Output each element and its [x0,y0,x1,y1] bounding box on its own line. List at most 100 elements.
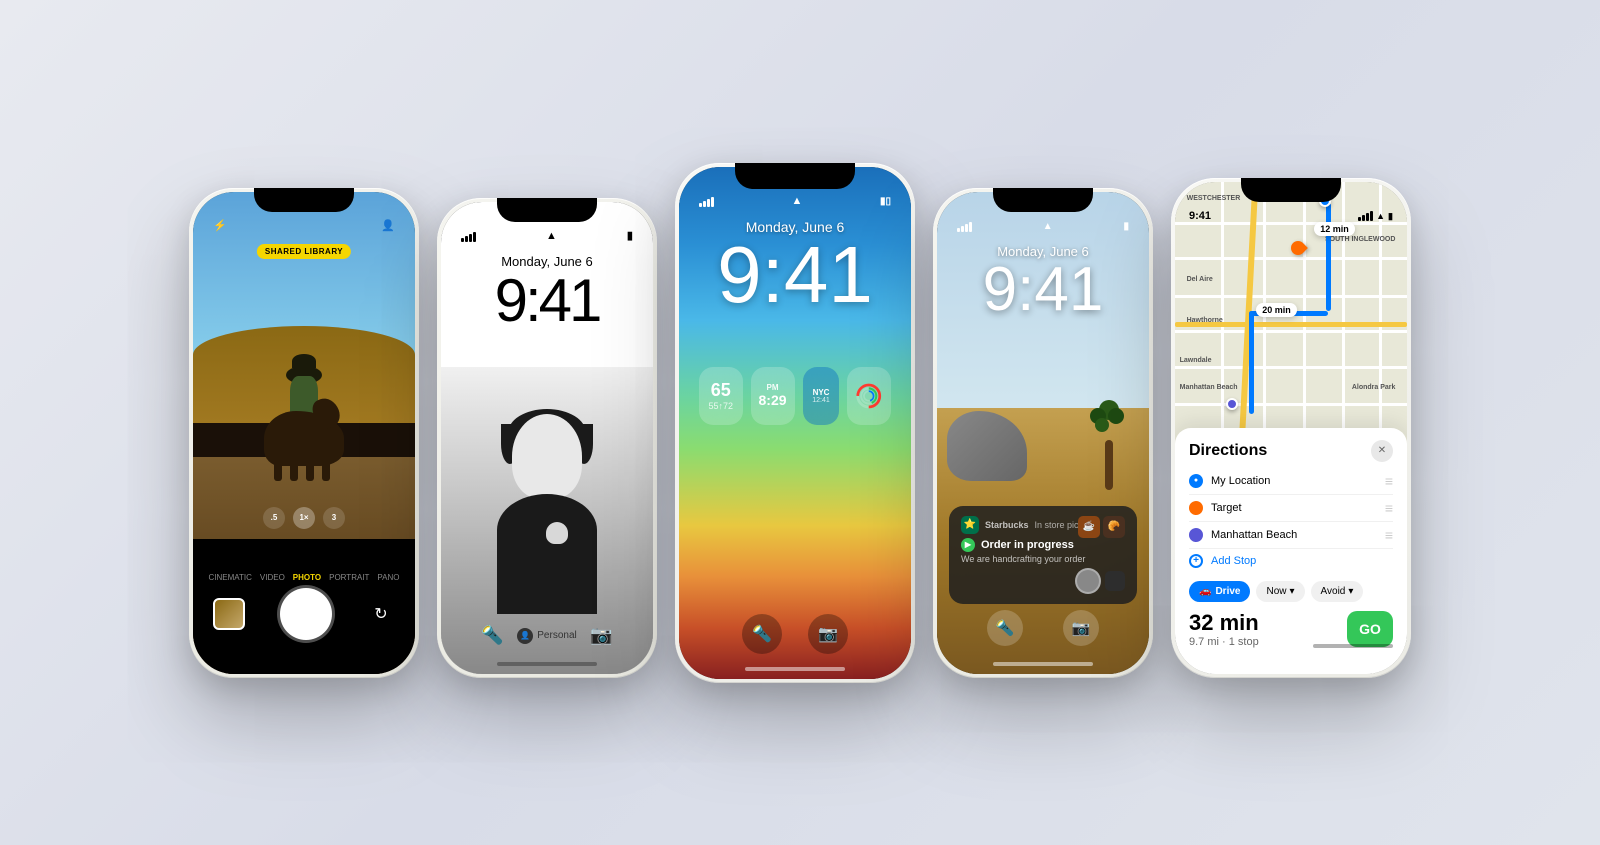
mode-cinematic[interactable]: CINEMATIC [208,573,251,582]
bw-face [512,414,582,499]
flash-icon: ⚡ [213,219,227,232]
lockscreen-color-screen: ▲ ▮▯ Monday, June 6 9:41 65 55↑72 [679,167,911,679]
phone-lockscreen-desert: ▲ ▮ Monday, June 6 9:41 ☕ 🥐 ⭐ St [933,188,1153,678]
drag-handle-1[interactable]: ≡ [1385,500,1393,516]
temp-value: 65 [711,380,731,401]
stop-label-manhattan: Manhattan Beach [1211,529,1377,541]
nyc-time: 12:41 [812,397,830,404]
mode-portrait[interactable]: PORTRAIT [329,573,369,582]
mode-pano[interactable]: PANO [377,573,399,582]
notch-5 [1241,178,1341,202]
shutter-row: ↻ [193,588,415,640]
flashlight-btn-3[interactable]: 🔦 [742,614,782,654]
map-status-time: 9:41 [1189,210,1211,222]
camera-modes: CINEMATIC VIDEO PHOTO PORTRAIT PANO [208,573,399,582]
map-area[interactable]: WESTCHESTER SOUTH INGLEWOOD Hawthorne De… [1175,182,1407,453]
time-widget-val: 8:29 [759,392,787,408]
lockscreen-desert-screen: ▲ ▮ Monday, June 6 9:41 ☕ 🥐 ⭐ St [937,192,1149,674]
signal-bar [465,236,468,242]
zoom-3x[interactable]: 3 [323,507,345,529]
signal-bars-5 [1358,211,1373,221]
phone-camera: ⚡ 👤 SHARED LIBRARY .5 1× 3 [189,188,419,678]
chevron-down-icon: ▾ [1289,586,1294,597]
manhattan-pin-dot [1226,398,1238,410]
stop-dot-location: ● [1189,474,1203,488]
stop-dot-target [1189,501,1203,515]
desert-time-section: Monday, June 6 9:41 [937,244,1149,321]
lock-bottom-color: 🔦 📷 [679,614,911,654]
stop-label-target: Target [1211,502,1377,514]
mode-video[interactable]: VIDEO [260,573,285,582]
close-directions-button[interactable]: ✕ [1371,440,1393,462]
home-indicator-5 [1313,644,1393,648]
notif-app-name: Starbucks [985,520,1029,530]
flashlight-btn-2[interactable]: 🔦 [474,618,510,654]
street-h [1175,257,1407,260]
stop-label-location: My Location [1211,475,1377,487]
person-icon: 👤 [381,219,395,232]
nyc-widget: NYC 12:41 [803,367,840,425]
street-h [1175,366,1407,369]
notif-badge [1105,571,1125,591]
activity-ring-svg [855,375,883,417]
home-indicator-2 [497,662,597,666]
desert-bottom: 🔦 📷 [937,610,1149,646]
directions-title: Directions [1189,442,1393,460]
target-pin-marker [1288,238,1308,258]
signal-bar [469,234,472,242]
lock-time-section-2: Monday, June 6 9:41 [441,254,653,331]
starbucks-icon: ⭐ [961,516,979,534]
bw-person [477,414,617,614]
time-widget-label: PM [767,383,779,392]
go-button[interactable]: GO [1347,611,1393,647]
photo-thumbnail[interactable] [213,598,245,630]
temp-widget: 65 55↑72 [699,367,743,425]
shutter-button[interactable] [280,588,332,640]
desert-time: 9:41 [937,259,1149,321]
wifi-icon-4: ▲ [1043,221,1053,232]
flashlight-btn-4[interactable]: 🔦 [987,610,1023,646]
flip-camera-button[interactable]: ↻ [367,600,395,628]
horse-body [264,411,344,466]
starbucks-notification: ☕ 🥐 ⭐ Starbucks In store pickup ▶ Order … [949,506,1137,604]
drive-mode-button[interactable]: 🚗 Drive [1189,581,1250,602]
zoom-05x[interactable]: .5 [263,507,285,529]
duration-distance: 32 min 9.7 mi · 1 stop [1189,610,1259,648]
notch-2 [497,198,597,222]
lock-time-large: 9:41 [679,235,911,315]
avoid-option-button[interactable]: Avoid ▾ [1311,581,1364,602]
duration-label: 32 min [1189,610,1259,636]
signal-bars-4 [957,222,972,232]
ring-widget [847,367,891,425]
zoom-1x[interactable]: 1× [293,507,315,529]
camera-btn-3[interactable]: 📷 [808,614,848,654]
horse-leg [322,459,330,481]
mode-photo[interactable]: PHOTO [293,573,321,582]
time-option-button[interactable]: Now ▾ [1256,581,1304,602]
horse-leg [290,459,298,481]
horse-leg [274,459,282,481]
drag-handle-0[interactable]: ≡ [1385,473,1393,489]
stop-manhattan: Manhattan Beach ≡ [1189,522,1393,549]
shared-library-badge[interactable]: SHARED LIBRARY [257,244,351,259]
leaf [1095,418,1109,432]
map-label-inglewood: SOUTH INGLEWOOD [1325,236,1395,243]
stop-dot-manhattan [1189,528,1203,542]
stop-add[interactable]: + Add Stop [1189,549,1393,573]
camera-btn-4[interactable]: 📷 [1063,610,1099,646]
camera-btn-2[interactable]: 📷 [584,618,620,654]
signal-bars-2 [461,232,476,242]
phone-lockscreen-color: ▲ ▮▯ Monday, June 6 9:41 65 55↑72 [675,163,915,683]
nyc-label: NYC [813,388,830,397]
widgets-row: 65 55↑72 PM 8:29 NYC 12:41 [679,367,911,425]
personal-label: 👤 Personal [517,628,576,644]
lockscreen-bw-screen: ▲ ▮ Monday, June 6 9:41 [441,202,653,674]
joshua-tree [1089,400,1129,490]
horse-leg [306,459,314,481]
stop-label-add: Add Stop [1211,555,1393,567]
drag-handle-2[interactable]: ≡ [1385,527,1393,543]
camera-bottom: CINEMATIC VIDEO PHOTO PORTRAIT PANO ↻ [193,539,415,674]
street-h [1175,295,1407,298]
street-h [1175,403,1407,406]
wifi-icon-2: ▲ [546,230,557,242]
